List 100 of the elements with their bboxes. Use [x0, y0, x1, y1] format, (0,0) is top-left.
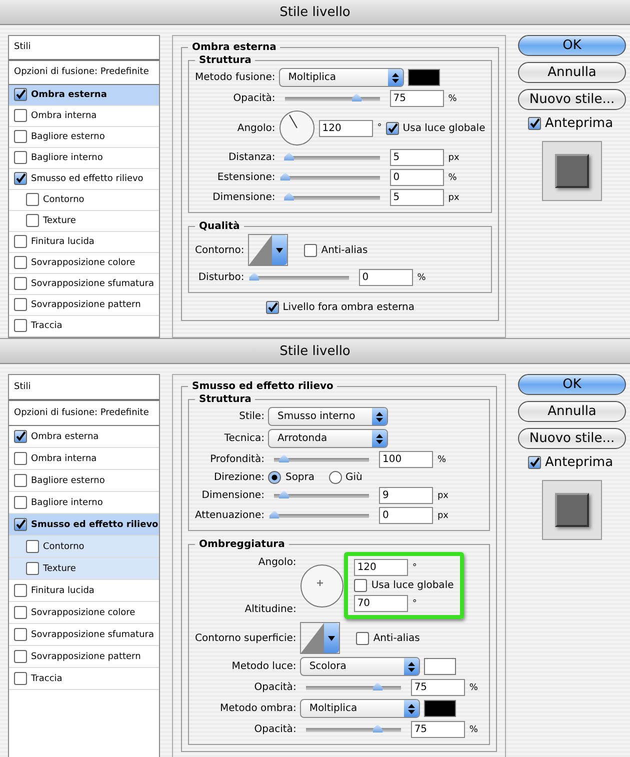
slider-thumb[interactable]: [284, 152, 294, 160]
slider-thumb[interactable]: [278, 490, 289, 498]
slider-thumb[interactable]: [269, 510, 280, 518]
slider-thumb[interactable]: [372, 682, 383, 690]
checkbox[interactable]: [26, 193, 39, 206]
checkbox[interactable]: [14, 430, 27, 443]
style-item[interactable]: Texture: [9, 558, 159, 580]
dropdown[interactable]: Scolora: [300, 657, 420, 676]
contour-picker[interactable]: [300, 622, 340, 654]
checkbox[interactable]: [26, 214, 39, 228]
value-field[interactable]: 0: [390, 169, 444, 186]
unit-label: px: [437, 490, 449, 500]
color-swatch[interactable]: [424, 700, 456, 717]
dialog-button[interactable]: OK: [518, 374, 626, 395]
field-label: Tecnica:: [223, 433, 264, 444]
slider-thumb[interactable]: [280, 172, 290, 180]
value-field[interactable]: 5: [390, 189, 444, 206]
checkbox[interactable]: [14, 109, 27, 122]
dropdown[interactable]: Smusso interno: [268, 407, 388, 426]
slider-thumb[interactable]: [278, 454, 289, 462]
style-item[interactable]: Smusso ed effetto rilievo: [9, 514, 159, 536]
field-label: Angolo:: [236, 122, 276, 134]
color-swatch[interactable]: [424, 658, 456, 675]
dialog-button[interactable]: Nuovo stile...: [518, 89, 626, 110]
checkbox[interactable]: [14, 650, 27, 663]
dropdown[interactable]: Moltiplica: [279, 68, 404, 87]
dropdown[interactable]: Moltiplica: [300, 699, 420, 718]
checkbox[interactable]: [14, 628, 27, 641]
value-field[interactable]: 0: [379, 507, 434, 524]
slider-thumb[interactable]: [352, 94, 362, 102]
updown-arrows-icon: [408, 704, 416, 714]
checkbox[interactable]: [14, 319, 27, 332]
dropdown[interactable]: Arrotonda: [268, 429, 388, 448]
angle-dial[interactable]: [279, 110, 316, 146]
style-item[interactable]: Contorno: [9, 536, 159, 558]
checkbox[interactable]: [528, 117, 541, 130]
checkbox[interactable]: [14, 256, 27, 270]
checkbox[interactable]: [266, 301, 279, 314]
radio-button[interactable]: [268, 471, 282, 484]
value-field[interactable]: 75: [411, 679, 466, 696]
section-title: Ombra esterna: [191, 42, 278, 53]
radio-button[interactable]: [328, 471, 342, 484]
field-label: Metodo fusione:: [195, 72, 276, 83]
checkbox[interactable]: [14, 235, 27, 248]
unit-label: %: [469, 682, 478, 692]
slider-thumb[interactable]: [372, 724, 383, 732]
field-label: Altitudine:: [244, 604, 296, 614]
checkbox[interactable]: [14, 584, 27, 597]
field-label: Dimensione:: [212, 192, 276, 203]
unit-label: px: [448, 152, 460, 162]
style-item[interactable]: Ombra esterna: [9, 84, 159, 106]
list-header: Stili: [9, 36, 159, 61]
angle-field[interactable]: 120: [354, 559, 408, 576]
value-field[interactable]: 100: [379, 451, 434, 468]
checkbox[interactable]: [14, 606, 27, 619]
checkbox[interactable]: [14, 298, 27, 312]
checkbox[interactable]: [356, 632, 370, 644]
updown-arrows-icon: [376, 412, 384, 422]
slider-thumb[interactable]: [249, 272, 260, 280]
dialog-button[interactable]: Annulla: [518, 62, 626, 83]
checkbox[interactable]: [26, 540, 39, 553]
group-title: Ombreggiatura: [198, 539, 286, 550]
checkbox[interactable]: [14, 672, 27, 685]
dialog-button[interactable]: Annulla: [518, 401, 626, 422]
field-label: Opacità:: [253, 724, 296, 735]
value-field[interactable]: 5: [390, 149, 444, 166]
checkbox[interactable]: [14, 151, 27, 164]
checkbox[interactable]: [14, 88, 27, 102]
field-label: Attenuazione:: [195, 510, 264, 521]
updown-arrows-icon: [392, 72, 400, 82]
dialog-button[interactable]: OK: [518, 35, 626, 56]
checkbox[interactable]: [354, 579, 368, 592]
checkbox[interactable]: [26, 562, 39, 575]
unit-label: px: [448, 192, 460, 202]
checkbox[interactable]: [386, 122, 399, 134]
color-swatch[interactable]: [408, 69, 440, 86]
checkbox[interactable]: [304, 244, 318, 256]
contour-picker[interactable]: [248, 234, 288, 266]
unit-label: °: [377, 123, 382, 133]
checkbox[interactable]: [528, 456, 541, 469]
value-field[interactable]: 0: [359, 269, 414, 286]
checkbox[interactable]: [14, 474, 27, 487]
checkbox[interactable]: [14, 172, 27, 186]
checkbox[interactable]: [14, 277, 27, 290]
checkbox[interactable]: [14, 518, 27, 531]
slider-thumb[interactable]: [284, 192, 294, 200]
angle-field[interactable]: 120: [319, 120, 374, 136]
field-label: Contorno superficie:: [195, 632, 296, 644]
caret-icon: [276, 245, 284, 255]
checkbox[interactable]: [14, 452, 27, 465]
value-field[interactable]: 75: [390, 90, 444, 107]
field-label: Opacità:: [253, 682, 296, 693]
dialog-button[interactable]: Nuovo stile...: [518, 428, 626, 449]
value-field[interactable]: 9: [379, 487, 434, 504]
checkbox[interactable]: [14, 130, 27, 144]
field-label: Stile:: [238, 411, 264, 422]
value-field[interactable]: 75: [411, 721, 466, 738]
angle-dial[interactable]: [300, 564, 344, 608]
checkbox[interactable]: [14, 496, 27, 509]
altitude-field[interactable]: 70: [354, 595, 408, 612]
